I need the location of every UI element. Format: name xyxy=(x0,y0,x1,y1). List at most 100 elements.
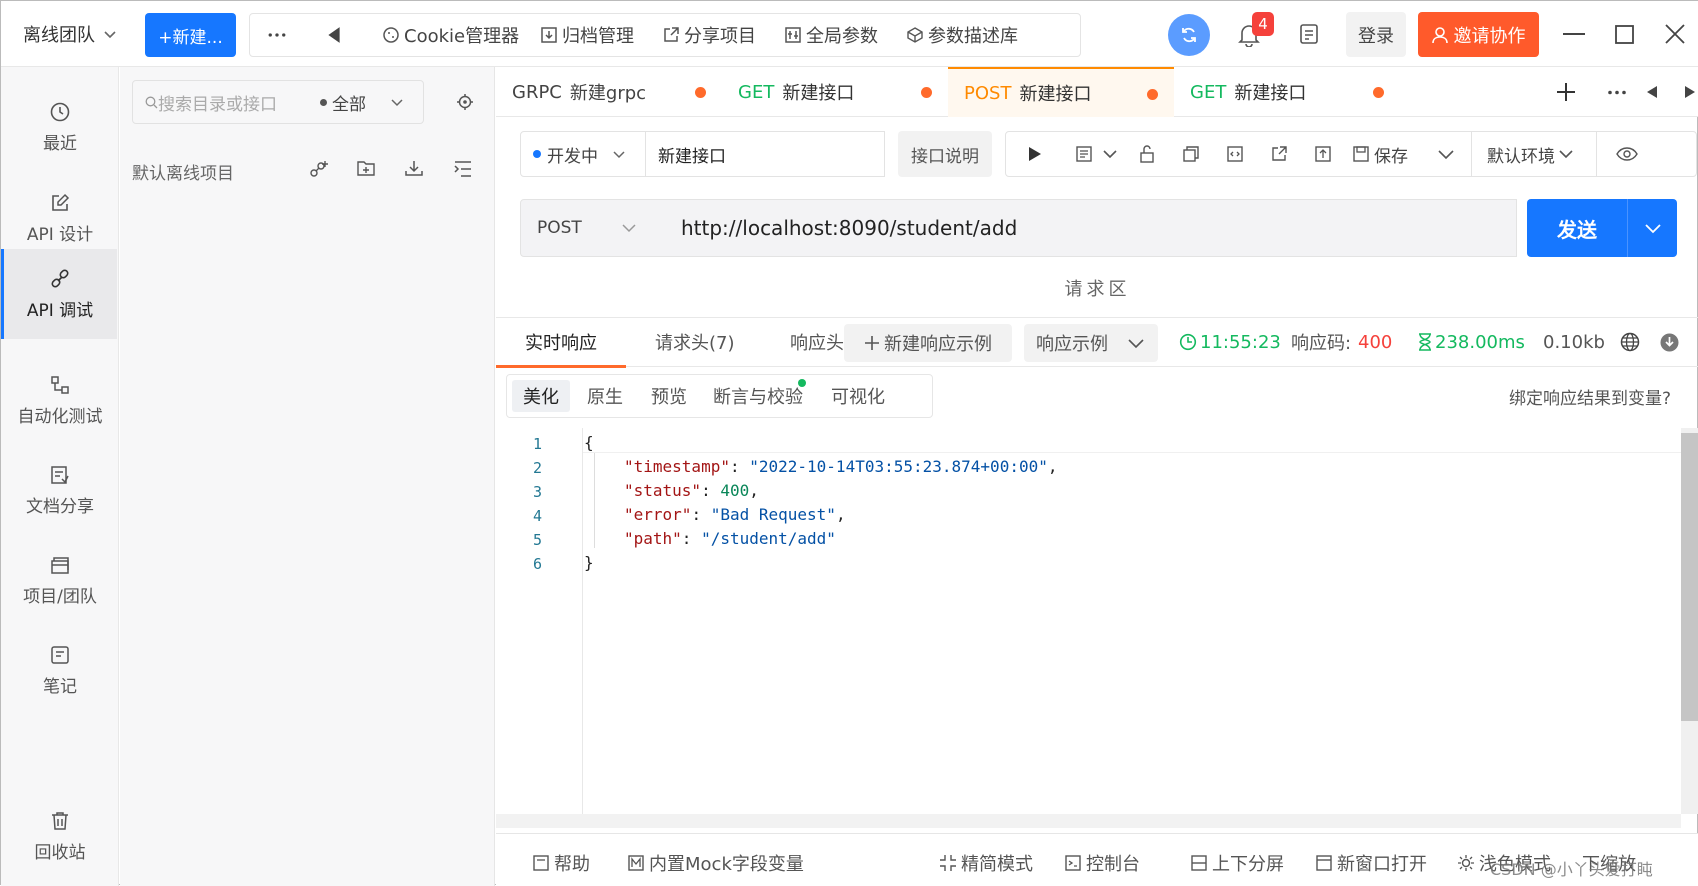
unlock-icon[interactable] xyxy=(1139,144,1155,164)
tab-request-headers[interactable]: 请求头(7) xyxy=(655,318,735,366)
response-time: 11:55:23 xyxy=(1179,318,1281,366)
sun-icon xyxy=(1457,854,1475,872)
chevron-down-icon[interactable] xyxy=(1103,148,1117,160)
tab-method: GRPC xyxy=(512,81,562,103)
api-name-input[interactable]: 新建接口 xyxy=(645,131,885,177)
tab-get-2[interactable]: GET 新建接口 xyxy=(1174,67,1400,117)
tab-assertion[interactable]: 断言与校验 xyxy=(704,380,812,412)
add-folder-icon[interactable] xyxy=(356,159,376,177)
example-label: 响应示例 xyxy=(1036,334,1108,355)
status-code-label: 响应码: xyxy=(1291,333,1352,354)
minimize-icon[interactable] xyxy=(1563,33,1585,36)
unsaved-dot xyxy=(1373,87,1384,98)
send-options-icon[interactable] xyxy=(1628,222,1677,234)
mock-vars-button[interactable]: 内置Mock字段变量 xyxy=(627,850,804,876)
download-icon[interactable] xyxy=(1660,333,1679,352)
tab-next-icon[interactable] xyxy=(1684,85,1696,99)
nav-project-team[interactable]: 项目/团队 xyxy=(3,535,117,625)
code-icon[interactable] xyxy=(1226,145,1244,163)
json-value: "/student/add" xyxy=(701,529,836,548)
param-library-button[interactable]: 参数描述库 xyxy=(906,14,1018,56)
note-pad-icon xyxy=(49,644,71,666)
compact-mode-button[interactable]: 精简模式 xyxy=(939,850,1033,876)
json-brace: { xyxy=(584,433,594,452)
nav-doc-share[interactable]: 文档分享 xyxy=(3,445,117,535)
copy-icon[interactable] xyxy=(1182,145,1200,163)
team-selector[interactable]: 离线团队 xyxy=(23,19,117,49)
project-name[interactable]: 默认离线项目 xyxy=(132,159,234,184)
locate-icon[interactable] xyxy=(456,93,474,111)
tab-post-active[interactable]: POST 新建接口 xyxy=(948,67,1174,117)
note-icon[interactable] xyxy=(1299,23,1319,45)
login-button[interactable]: 登录 xyxy=(1346,12,1406,57)
invite-button[interactable]: 邀请协作 xyxy=(1418,12,1539,57)
search-input[interactable]: 搜索目录或接口 xyxy=(158,90,308,115)
collapse-left-icon[interactable] xyxy=(325,14,343,56)
maximize-icon[interactable] xyxy=(1615,25,1634,44)
status-select[interactable]: 开发中 xyxy=(520,131,646,177)
nav-trash[interactable]: 回收站 xyxy=(3,791,117,881)
filter-select[interactable]: 全部 xyxy=(320,90,366,115)
scrollbar-thumb[interactable] xyxy=(1681,433,1698,721)
send-button[interactable]: 发送 xyxy=(1527,199,1677,257)
split-view-button[interactable]: 上下分屏 xyxy=(1190,850,1284,876)
save-button[interactable]: 保存 xyxy=(1352,132,1408,176)
horizontal-scrollbar[interactable] xyxy=(496,814,1681,828)
sync-icon[interactable] xyxy=(1168,14,1210,56)
help-button[interactable]: 帮助 xyxy=(532,850,590,876)
tab-response-headers[interactable]: 响应头 xyxy=(790,318,844,366)
nav-automation[interactable]: 自动化测试 xyxy=(3,355,117,445)
tab-preview[interactable]: 预览 xyxy=(640,380,698,412)
split-view-label: 上下分屏 xyxy=(1212,854,1284,875)
method-select[interactable]: POST xyxy=(520,199,670,257)
list-icon[interactable] xyxy=(453,160,473,178)
chevron-down-icon[interactable] xyxy=(390,95,404,109)
response-body[interactable]: 1 2 3 4 5 6 { "timestamp": "2022-10-14T0… xyxy=(496,428,1681,814)
new-example-button[interactable]: 新建响应示例 xyxy=(844,324,1012,362)
cookie-manager-button[interactable]: Cookie管理器 xyxy=(382,14,519,56)
param-library-label: 参数描述库 xyxy=(928,26,1018,47)
new-button[interactable]: +新建... xyxy=(145,13,236,57)
close-icon[interactable] xyxy=(1665,24,1685,44)
tab-prev-icon[interactable] xyxy=(1646,85,1658,99)
toolbar-group: Cookie管理器 归档管理 分享项目 全局参数 参数描述库 xyxy=(249,13,1081,57)
send-label: 发送 xyxy=(1557,217,1597,242)
eye-icon[interactable] xyxy=(1616,147,1638,161)
add-tab-icon[interactable] xyxy=(1556,82,1576,102)
more-tabs-icon[interactable] xyxy=(1608,90,1626,95)
archive-button[interactable]: 归档管理 xyxy=(540,14,634,56)
tab-raw[interactable]: 原生 xyxy=(576,380,634,412)
more-icon[interactable] xyxy=(268,14,286,56)
console-button[interactable]: 控制台 xyxy=(1064,850,1140,876)
tab-realtime-response[interactable]: 实时响应 xyxy=(496,318,626,368)
chevron-down-icon xyxy=(622,222,636,234)
tab-get-1[interactable]: GET 新建接口 xyxy=(722,67,948,117)
tab-beautify[interactable]: 美化 xyxy=(512,380,570,412)
search-box[interactable]: 搜索目录或接口 全部 xyxy=(132,80,424,124)
import-doc-icon[interactable] xyxy=(1314,145,1332,163)
edit-icon xyxy=(49,192,71,214)
save-options-icon[interactable] xyxy=(1438,148,1454,160)
import-icon[interactable] xyxy=(404,159,424,177)
tab-grpc[interactable]: GRPC 新建grpc xyxy=(496,67,722,117)
new-window-button[interactable]: 新窗口打开 xyxy=(1315,850,1427,876)
tab-visualize[interactable]: 可视化 xyxy=(821,380,895,412)
team-name: 离线团队 xyxy=(23,25,95,46)
example-select[interactable]: 响应示例 xyxy=(1024,324,1158,362)
nav-notes[interactable]: 笔记 xyxy=(3,625,117,715)
nav-api-debug[interactable]: API 调试 xyxy=(1,249,117,339)
nav-recent[interactable]: 最近 xyxy=(3,82,117,172)
api-doc-button[interactable]: 接口说明 xyxy=(898,131,992,177)
doc-view-icon[interactable] xyxy=(1075,145,1093,163)
share-project-button[interactable]: 分享项目 xyxy=(662,14,756,56)
share-icon[interactable] xyxy=(1270,145,1288,163)
add-api-icon[interactable] xyxy=(308,159,330,179)
globe-icon[interactable] xyxy=(1620,332,1640,352)
env-select[interactable]: 默认环境 xyxy=(1487,132,1573,176)
global-params-button[interactable]: 全局参数 xyxy=(784,14,878,56)
url-input[interactable]: http://localhost:8090/student/add xyxy=(669,199,1517,257)
url-row: POST http://localhost:8090/student/add 发… xyxy=(496,197,1698,261)
run-icon[interactable] xyxy=(1028,146,1042,162)
bind-variable-link[interactable]: 绑定响应结果到变量? xyxy=(1509,384,1671,409)
action-button-group: 保存 默认环境 xyxy=(1005,131,1697,177)
